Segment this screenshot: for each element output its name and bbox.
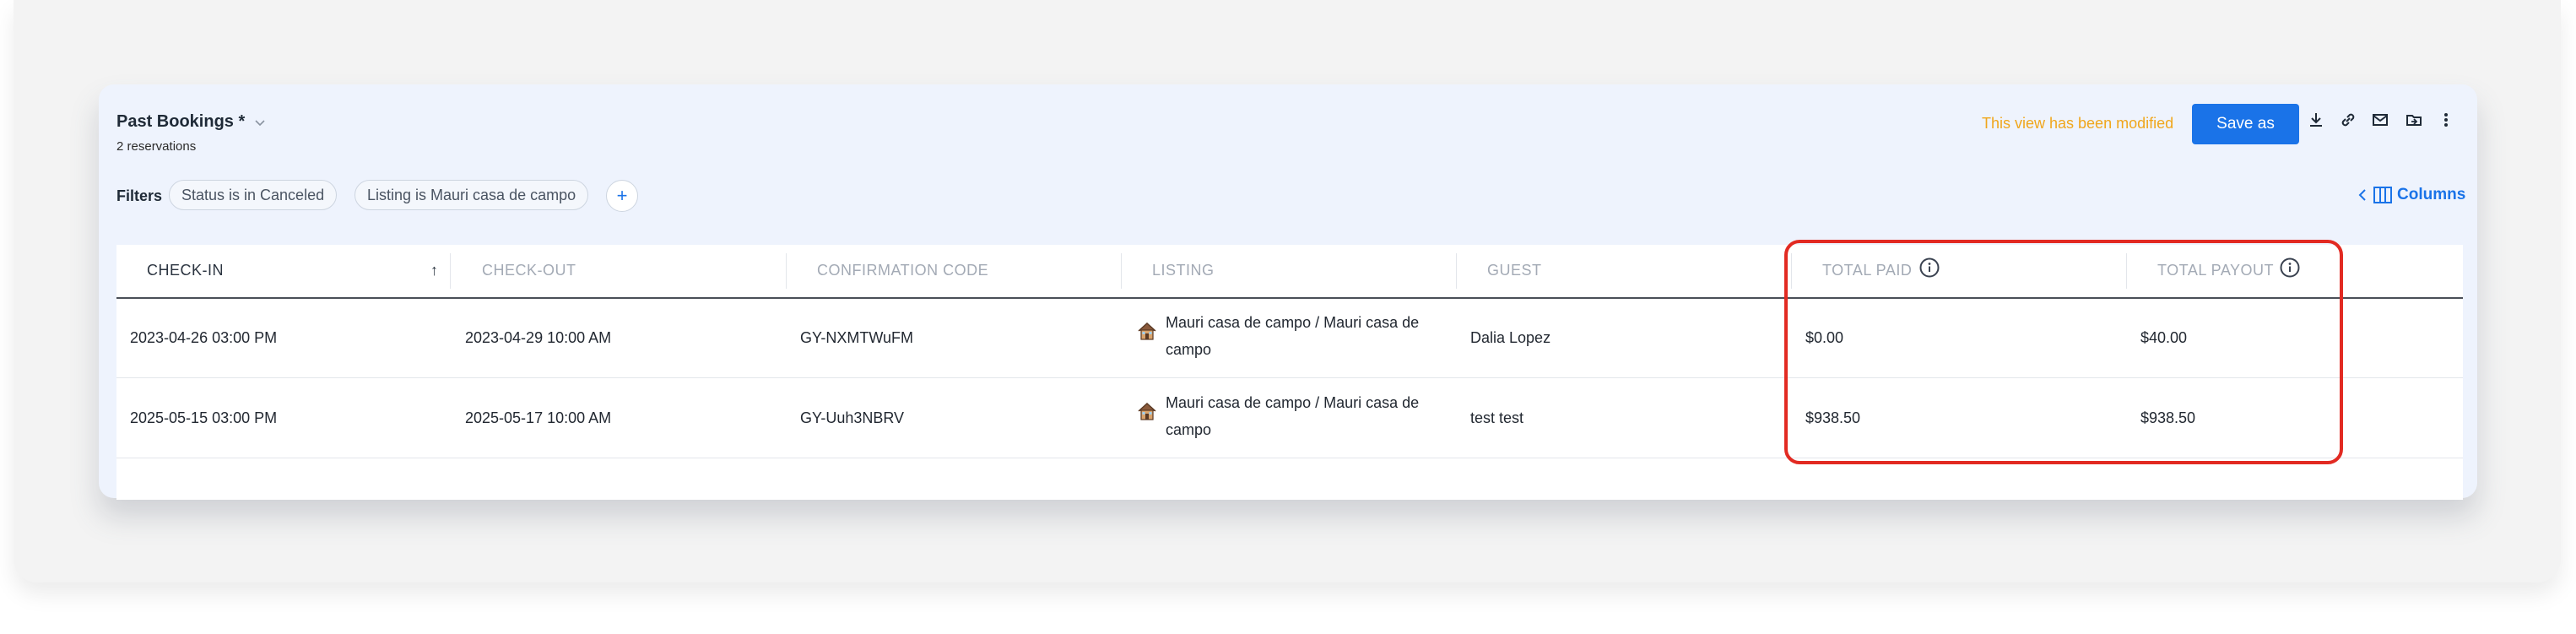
total-paid-info-icon[interactable] — [1918, 257, 1940, 279]
save-as-button[interactable]: Save as — [2192, 104, 2299, 144]
header-total-paid[interactable]: TOTAL PAID — [1822, 262, 1912, 279]
columns-icon — [2373, 187, 2392, 203]
filter-chip-status[interactable]: Status is in Canceled — [169, 180, 338, 210]
column-divider[interactable] — [1456, 253, 1457, 289]
cell-check-out: 2025-05-17 10:00 AM — [465, 409, 612, 426]
listing-name[interactable]: Mauri casa de campo / Mauri casa de camp… — [1166, 309, 1453, 363]
cell-check-out: 2023-04-29 10:00 AM — [465, 329, 612, 346]
mail-icon[interactable] — [2368, 108, 2392, 132]
header-listing[interactable]: LISTING — [1152, 262, 1215, 279]
total-payout-info-icon[interactable] — [2279, 257, 2301, 279]
cell-check-in: 2025-05-15 03:00 PM — [130, 409, 278, 426]
cell-guest: Dalia Lopez — [1470, 329, 1551, 346]
cell-confirmation-code: GY-Uuh3NBRV — [800, 409, 905, 426]
table-row[interactable]: 2023-04-26 03:00 PM 2023-04-29 10:00 AM … — [116, 298, 2463, 378]
cell-check-in: 2023-04-26 03:00 PM — [130, 329, 278, 346]
cell-total-payout: $40.00 — [2140, 329, 2188, 346]
table-header: CHECK-IN ↑ CHECK-OUT CONFIRMATION CODE L… — [116, 245, 2463, 299]
header-check-out[interactable]: CHECK-OUT — [482, 262, 576, 279]
filters-label: Filters — [116, 187, 163, 204]
column-divider[interactable] — [450, 253, 451, 289]
view-title-dropdown[interactable]: Past Bookings * — [116, 112, 267, 132]
column-divider[interactable] — [1121, 253, 1122, 289]
view-modified-notice: This view has been modified — [1982, 115, 2174, 132]
cell-confirmation-code: GY-NXMTWuFM — [800, 329, 914, 346]
chevron-down-icon — [255, 119, 265, 126]
cell-listing: Mauri casa de campo / Mauri casa de camp… — [1137, 314, 1453, 363]
listing-name[interactable]: Mauri casa de campo / Mauri casa de camp… — [1166, 389, 1453, 443]
cell-listing: Mauri casa de campo / Mauri casa de camp… — [1137, 394, 1453, 443]
download-icon[interactable] — [2304, 108, 2328, 132]
columns-button[interactable]: Columns — [2357, 186, 2465, 204]
cell-total-paid: $0.00 — [1805, 329, 1844, 346]
chevron-left-icon — [2358, 189, 2366, 201]
sort-ascending-icon[interactable]: ↑ — [430, 262, 439, 279]
columns-label: Columns — [2397, 186, 2466, 203]
header-guest[interactable]: GUEST — [1487, 262, 1542, 279]
cell-guest: test test — [1470, 409, 1524, 426]
header-confirmation-code[interactable]: CONFIRMATION CODE — [817, 262, 988, 279]
column-divider[interactable] — [1791, 253, 1792, 289]
filter-chip-listing[interactable]: Listing is Mauri casa de campo — [354, 180, 589, 210]
header-total-payout[interactable]: TOTAL PAYOUT — [2157, 262, 2274, 279]
cell-total-paid: $938.50 — [1805, 409, 1861, 426]
more-vertical-icon[interactable] — [2434, 108, 2458, 132]
page-title: Past Bookings * — [116, 112, 246, 131]
header-check-in[interactable]: CHECK-IN — [147, 262, 224, 279]
house-icon — [1138, 402, 1156, 420]
house-icon — [1138, 322, 1156, 340]
cell-total-payout: $938.50 — [2140, 409, 2196, 426]
bookings-table: CHECK-IN ↑ CHECK-OUT CONFIRMATION CODE L… — [116, 245, 2463, 500]
reservation-count: 2 reservations — [116, 139, 197, 154]
column-divider[interactable] — [786, 253, 787, 289]
link-icon[interactable] — [2336, 108, 2360, 132]
folder-export-icon[interactable] — [2402, 108, 2426, 132]
add-filter-button[interactable]: + — [606, 180, 638, 212]
table-row[interactable]: 2025-05-15 03:00 PM 2025-05-17 10:00 AM … — [116, 378, 2463, 458]
column-divider[interactable] — [2126, 253, 2127, 289]
